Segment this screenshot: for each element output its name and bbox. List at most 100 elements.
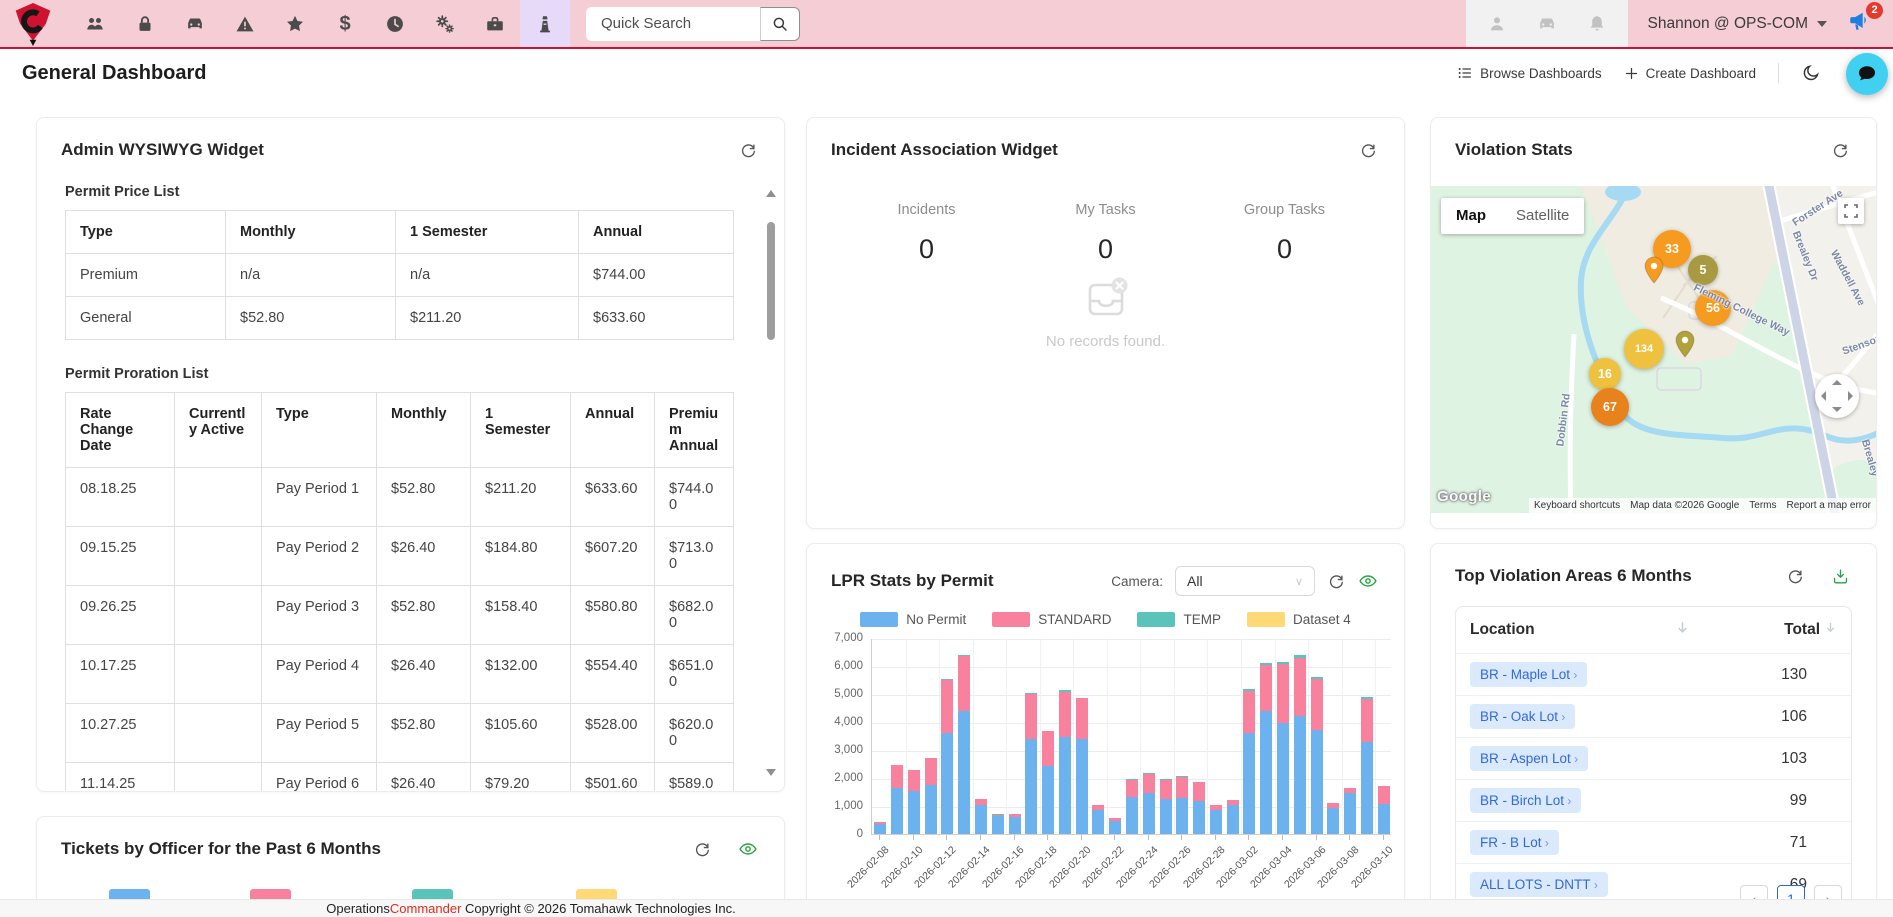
google-logo[interactable]: Google [1437, 488, 1491, 505]
refresh-button[interactable] [1786, 567, 1805, 586]
lock-icon[interactable] [120, 0, 170, 47]
bar-2026-02-15[interactable] [992, 814, 1004, 834]
tower-icon[interactable] [520, 0, 570, 47]
scroll-down-icon[interactable] [766, 769, 776, 776]
location-link[interactable]: BR - Maple Lot › [1470, 662, 1587, 687]
visibility-button[interactable] [738, 839, 758, 859]
camera-select[interactable]: All ∨ [1175, 566, 1315, 596]
refresh-button[interactable] [1831, 141, 1850, 160]
map-pin[interactable] [1675, 330, 1695, 363]
scroll-up-icon[interactable] [766, 190, 776, 197]
legend-item[interactable]: No Permit [860, 612, 966, 627]
bar-2026-03-03[interactable] [1260, 663, 1272, 834]
map-button[interactable]: Map [1441, 198, 1501, 234]
sort-icon[interactable] [1675, 620, 1690, 640]
bar-2026-02-16[interactable] [1009, 814, 1021, 834]
dark-mode-toggle[interactable] [1801, 63, 1821, 83]
column-location[interactable]: Location [1470, 621, 1535, 639]
warning-icon[interactable] [220, 0, 270, 47]
bar-2026-02-13[interactable] [958, 655, 970, 834]
bar-2026-02-08[interactable] [874, 822, 886, 834]
fullscreen-button[interactable] [1838, 198, 1864, 224]
location-link[interactable]: BR - Oak Lot › [1470, 704, 1575, 729]
gridline [906, 639, 907, 834]
refresh-button[interactable] [693, 840, 712, 859]
bell-icon[interactable] [1572, 0, 1622, 47]
users-icon[interactable] [70, 0, 120, 47]
bar-2026-03-05[interactable] [1294, 655, 1306, 834]
car-icon[interactable] [1522, 0, 1572, 47]
legend-item[interactable]: TEMP [1137, 612, 1221, 627]
bar-2026-02-23[interactable] [1126, 779, 1138, 834]
toolbox-icon[interactable] [470, 0, 520, 47]
map-cluster-5[interactable]: 5 [1688, 255, 1718, 285]
location-link[interactable]: BR - Birch Lot › [1470, 788, 1581, 813]
legend-item[interactable]: STANDARD [992, 612, 1111, 627]
pan-control[interactable] [1815, 374, 1859, 418]
violations-map[interactable]: 335561341667Forster AveBrealey DrWaddell… [1431, 186, 1876, 513]
bar-2026-02-11[interactable] [925, 758, 937, 834]
bar-2026-02-09[interactable] [891, 765, 903, 834]
create-dashboard-button[interactable]: Create Dashboard [1624, 66, 1756, 81]
map-cluster-134[interactable]: 134 [1624, 329, 1664, 369]
bar-2026-02-26[interactable] [1176, 776, 1188, 835]
bar-2026-03-04[interactable] [1277, 662, 1289, 834]
map-attribution-item[interactable]: Keyboard shortcuts [1529, 500, 1625, 511]
visibility-button[interactable] [1358, 571, 1378, 591]
bar-2026-02-22[interactable] [1109, 818, 1121, 834]
gridline [1040, 639, 1041, 834]
bar-2026-03-10[interactable] [1378, 786, 1390, 834]
map-attribution-item[interactable]: Report a map error [1782, 500, 1876, 511]
user-menu[interactable]: Shannon @ OPS-COM [1628, 15, 1847, 33]
refresh-button[interactable] [1327, 572, 1346, 591]
bar-2026-02-18[interactable] [1042, 731, 1054, 834]
download-button[interactable] [1831, 567, 1850, 586]
bar-2026-03-06[interactable] [1311, 677, 1323, 834]
location-link[interactable]: ALL LOTS - DNTT › [1470, 872, 1608, 897]
bar-2026-03-08[interactable] [1344, 788, 1356, 834]
dollar-icon[interactable]: $ [320, 0, 370, 47]
clock-icon[interactable] [370, 0, 420, 47]
map-cluster-16[interactable]: 16 [1589, 358, 1621, 390]
location-link[interactable]: FR - B Lot › [1470, 830, 1559, 855]
announcements-button[interactable]: 2 [1847, 9, 1877, 39]
browse-dashboards-button[interactable]: Browse Dashboards [1457, 65, 1602, 81]
map-attribution-item[interactable]: Map data ©2026 Google [1625, 500, 1744, 511]
vehicle-icon[interactable] [170, 0, 220, 47]
map-pin[interactable] [1644, 256, 1664, 289]
bar-2026-02-24[interactable] [1143, 773, 1155, 834]
map-cluster-67[interactable]: 67 [1591, 388, 1629, 426]
bar-2026-02-17[interactable] [1025, 693, 1037, 834]
refresh-button[interactable] [1359, 141, 1378, 160]
bar-2026-03-02[interactable] [1243, 689, 1255, 834]
satellite-button[interactable]: Satellite [1501, 198, 1584, 234]
sort-icon[interactable] [1824, 621, 1837, 639]
scrollbar-thumb[interactable] [767, 222, 775, 340]
bar-2026-02-27[interactable] [1193, 782, 1205, 834]
bar-2026-03-01[interactable] [1227, 800, 1239, 834]
bar-2026-02-10[interactable] [908, 770, 920, 834]
quick-search-input[interactable] [586, 7, 760, 41]
bar-2026-02-25[interactable] [1160, 779, 1172, 834]
chat-button[interactable] [1846, 53, 1888, 95]
opscom-logo[interactable] [10, 0, 56, 47]
search-button[interactable] [760, 7, 800, 41]
table-cell: Pay Period 5 [262, 704, 377, 763]
bar-2026-02-14[interactable] [975, 799, 987, 834]
legend-item[interactable]: Dataset 4 [1247, 612, 1351, 627]
bar-2026-02-21[interactable] [1092, 805, 1104, 834]
bar-2026-02-20[interactable] [1076, 698, 1088, 834]
column-total[interactable]: Total [1784, 621, 1820, 639]
bar-2026-02-19[interactable] [1059, 690, 1071, 834]
location-link[interactable]: BR - Aspen Lot › [1470, 746, 1588, 771]
bar-2026-03-07[interactable] [1327, 803, 1339, 834]
bar-2026-02-28[interactable] [1210, 805, 1222, 834]
bar-2026-03-09[interactable] [1361, 697, 1373, 834]
map-attribution-item[interactable]: Terms [1744, 500, 1781, 511]
star-icon[interactable] [270, 0, 320, 47]
refresh-button[interactable] [739, 141, 758, 160]
gears-icon[interactable] [420, 0, 470, 47]
person-icon[interactable] [1472, 0, 1522, 47]
scrollbar[interactable] [765, 190, 777, 776]
bar-2026-02-12[interactable] [941, 679, 953, 834]
